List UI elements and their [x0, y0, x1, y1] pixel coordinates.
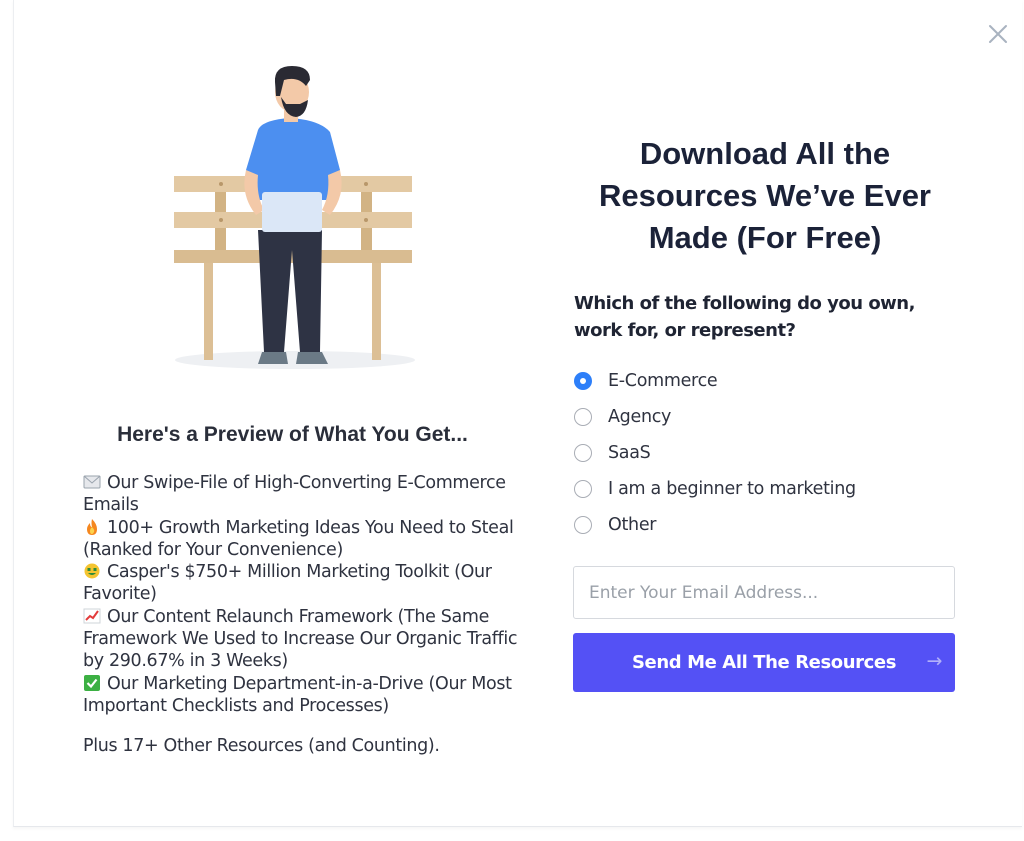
- chart-up-icon: [83, 608, 101, 624]
- option-label: Other: [608, 515, 657, 535]
- checkmark-icon: [84, 674, 100, 691]
- benefit-text: 100+ Growth Marketing Ideas You Need to …: [83, 517, 514, 560]
- fire-icon: [87, 518, 97, 535]
- benefit-text: Our Content Relaunch Framework (The Same…: [83, 606, 518, 672]
- benefit-text: Our Swipe-File of High-Converting E-Comm…: [83, 473, 506, 516]
- benefits-list: Our Swipe-File of High-Converting E-Comm…: [83, 472, 523, 717]
- option-label: Agency: [608, 407, 672, 427]
- option-saas[interactable]: SaaS: [574, 435, 954, 471]
- benefit-item: Our Marketing Department-in-a-Drive (Our…: [83, 673, 523, 718]
- radio-button[interactable]: [574, 372, 592, 390]
- benefit-text: Our Marketing Department-in-a-Drive (Our…: [83, 673, 512, 716]
- close-icon[interactable]: [984, 20, 1012, 48]
- email-input[interactable]: [573, 566, 955, 619]
- benefit-item: Casper's $750+ Million Marketing Toolkit…: [83, 561, 523, 606]
- man-on-bench-illustration: [174, 66, 415, 369]
- option-beginner[interactable]: I am a beginner to marketing: [574, 471, 954, 507]
- option-ecommerce[interactable]: E-Commerce: [574, 363, 954, 399]
- benefit-item: Our Swipe-File of High-Converting E-Comm…: [83, 472, 523, 517]
- option-label: SaaS: [608, 443, 651, 463]
- benefit-item: Our Content Relaunch Framework (The Same…: [83, 606, 523, 673]
- envelope-icon: [83, 475, 101, 489]
- arrow-right-icon: →: [926, 650, 942, 672]
- send-resources-button-label: Send Me All The Resources: [631, 652, 897, 673]
- plus-resources-text: Plus 17+ Other Resources (and Counting).: [83, 736, 440, 756]
- option-label: E-Commerce: [608, 371, 718, 391]
- radio-button[interactable]: [574, 408, 592, 426]
- option-other[interactable]: Other: [574, 507, 954, 543]
- radio-button[interactable]: [574, 480, 592, 498]
- benefit-item: 100+ Growth Marketing Ideas You Need to …: [83, 517, 523, 562]
- option-label: I am a beginner to marketing: [608, 479, 856, 499]
- send-resources-button[interactable]: Send Me All The Resources →: [573, 633, 955, 692]
- question-label: Which of the following do you own, work …: [574, 293, 915, 341]
- headline-line: Resources We’ve Ever: [598, 178, 931, 213]
- money-face-icon: [84, 563, 100, 579]
- business-type-radio-group: E-Commerce Agency SaaS I am a beginner t…: [574, 363, 954, 543]
- benefit-text: Casper's $750+ Million Marketing Toolkit…: [83, 562, 492, 605]
- radio-button[interactable]: [574, 444, 592, 462]
- preview-title: Here's a Preview of What You Get...: [117, 423, 468, 446]
- headline-line: Made (For Free): [648, 220, 882, 255]
- headline-line: Download All the: [639, 136, 891, 171]
- radio-button[interactable]: [574, 516, 592, 534]
- option-agency[interactable]: Agency: [574, 399, 954, 435]
- headline: Download All the Resources We’ve Ever Ma…: [575, 133, 955, 259]
